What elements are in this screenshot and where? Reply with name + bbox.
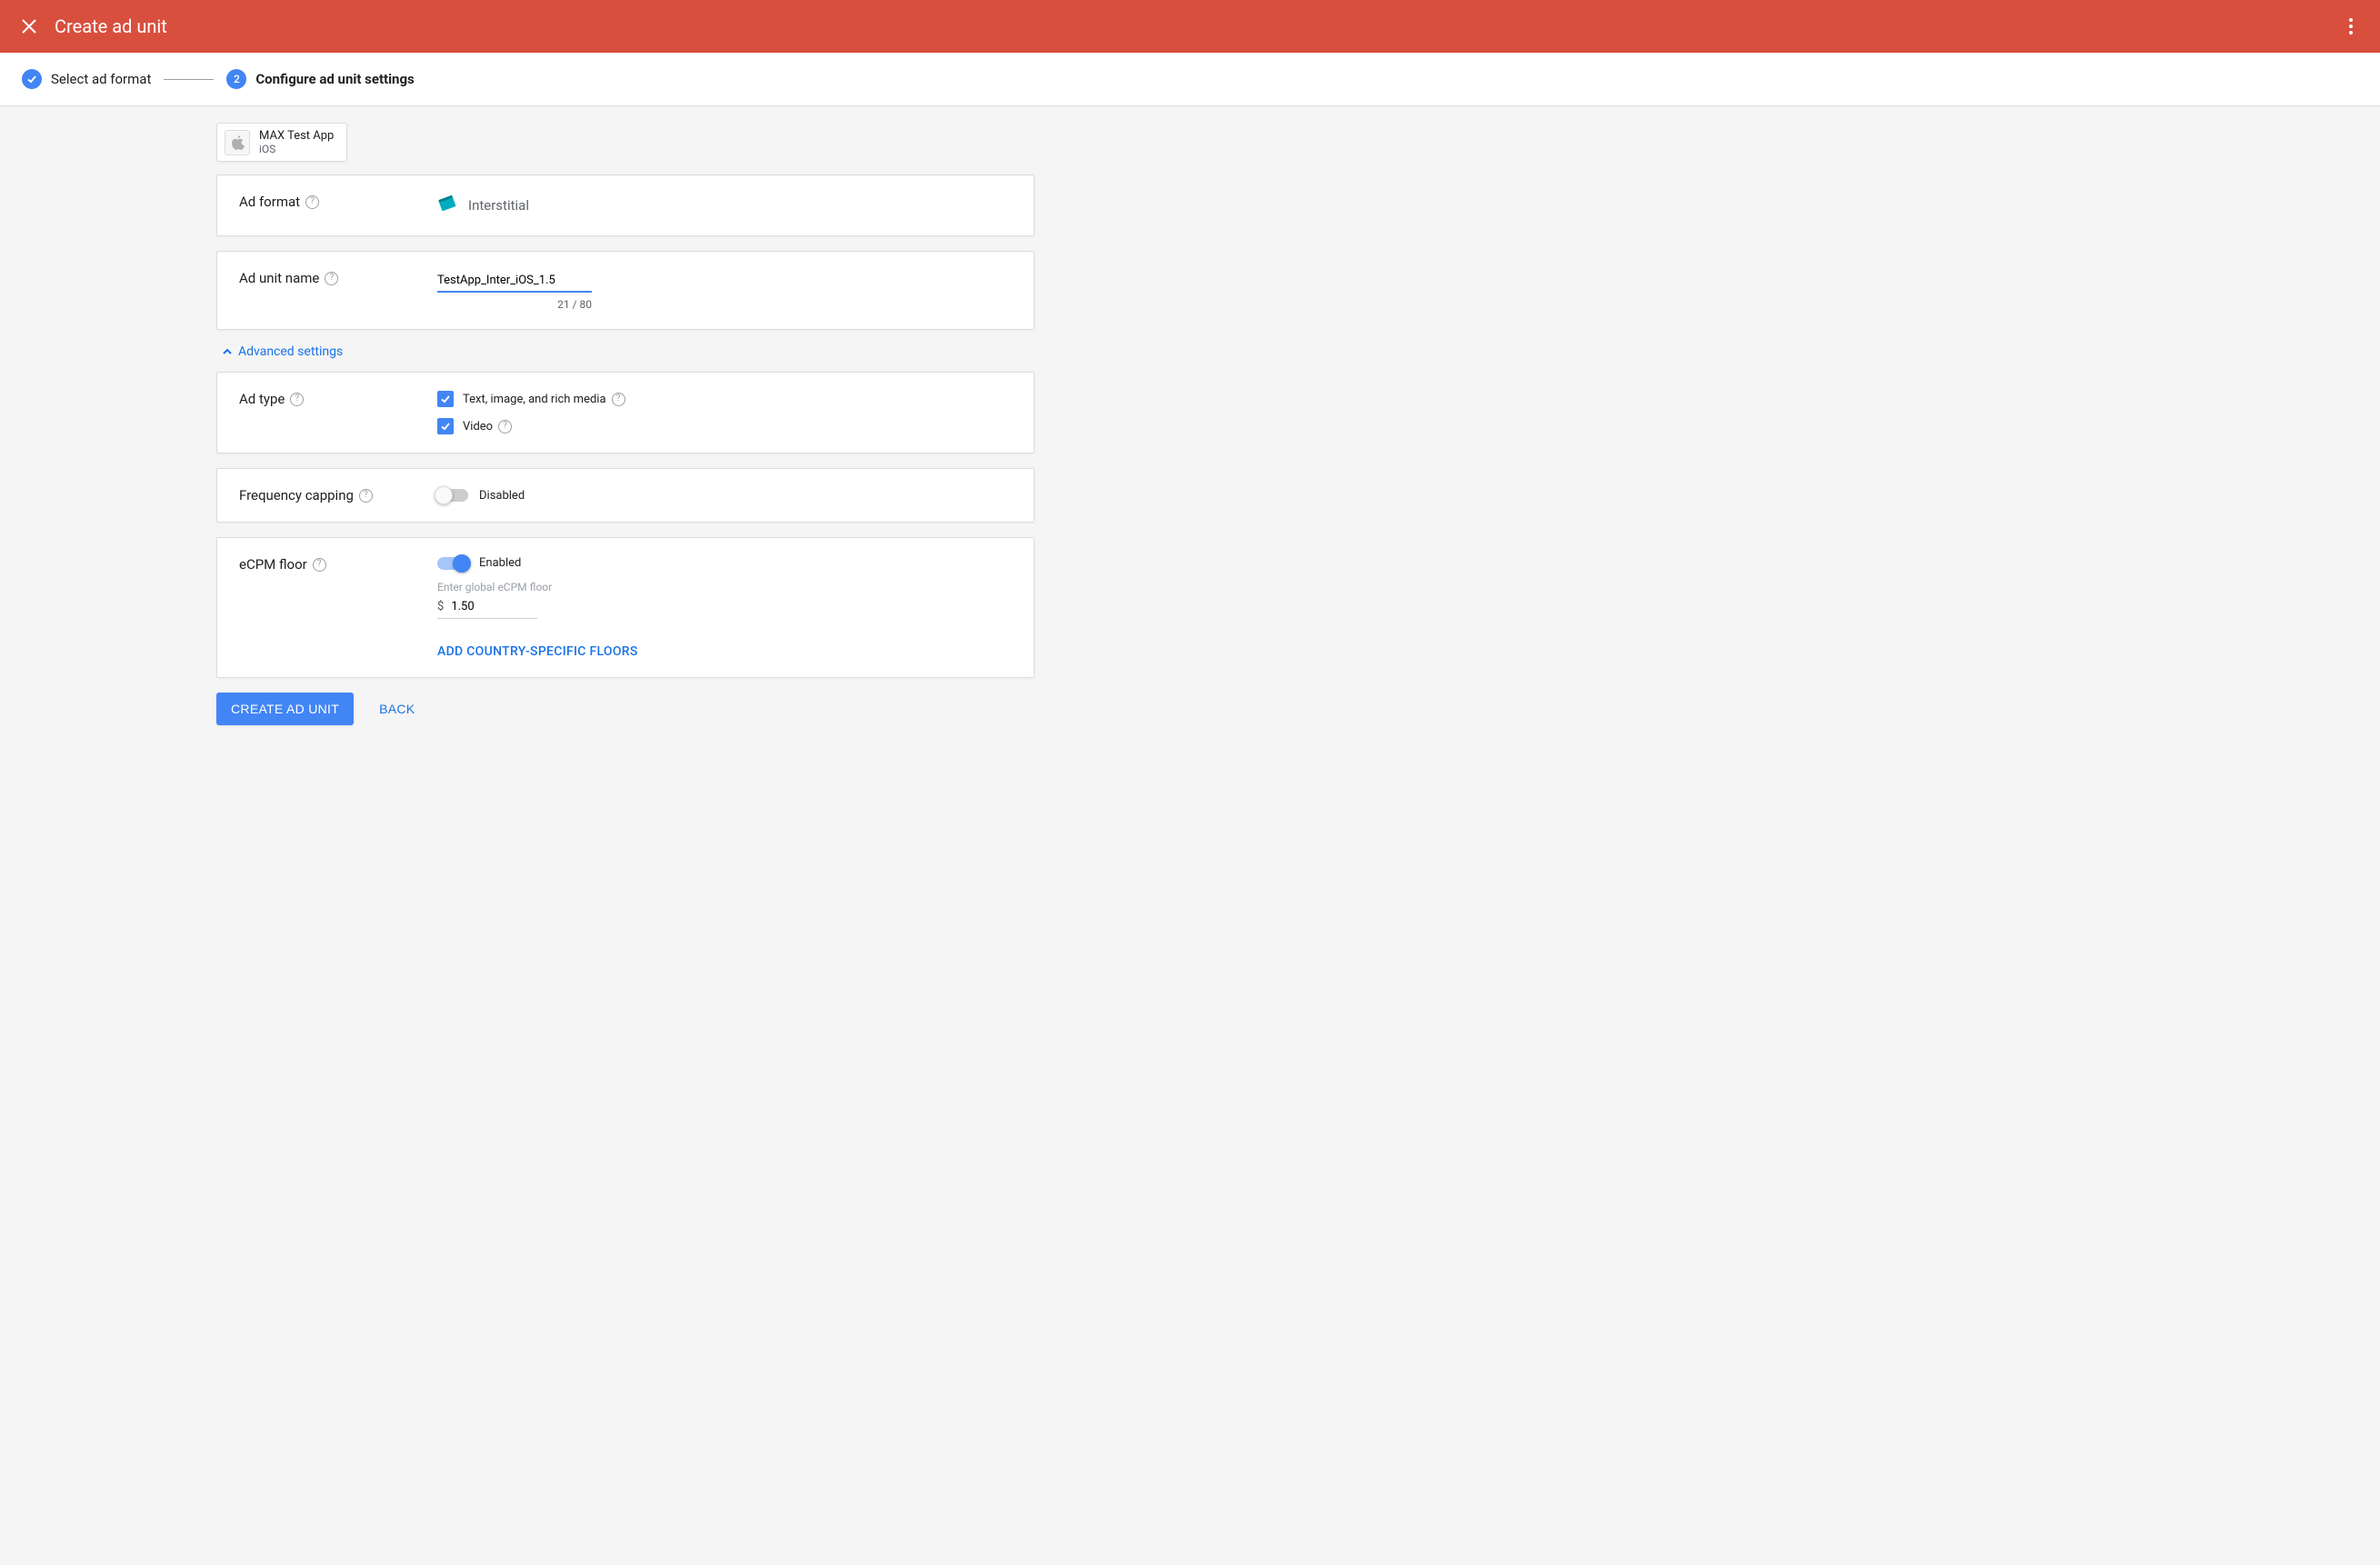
ad-unit-name-input[interactable] xyxy=(437,270,592,293)
ecpm-floor-hint: Enter global eCPM floor xyxy=(437,581,1012,593)
help-icon[interactable]: ? xyxy=(359,489,373,503)
ecpm-floor-card: eCPM floor ? Enabled Enter global eCPM f… xyxy=(216,537,1035,678)
ad-unit-name-label-text: Ad unit name xyxy=(239,270,319,286)
ad-type-text-media-label: Text, image, and rich media xyxy=(463,393,606,406)
ecpm-floor-label: eCPM floor ? xyxy=(239,556,437,573)
ad-format-label: Ad format ? xyxy=(239,194,437,210)
apple-icon xyxy=(225,130,250,155)
step-1-circle xyxy=(22,69,42,89)
app-name: MAX Test App xyxy=(259,129,334,143)
check-icon xyxy=(26,74,37,85)
frequency-capping-status: Disabled xyxy=(479,489,525,503)
step-2-circle: 2 xyxy=(226,69,246,89)
ecpm-floor-input-wrap: $ xyxy=(437,595,537,619)
step-1[interactable]: Select ad format xyxy=(22,69,151,89)
step-1-label: Select ad format xyxy=(51,71,151,87)
help-icon[interactable]: ? xyxy=(305,195,319,209)
app-chip[interactable]: MAX Test App iOS xyxy=(216,123,347,162)
ad-format-card: Ad format ? Interstitial xyxy=(216,174,1035,236)
ad-unit-name-card: Ad unit name ? 21 / 80 xyxy=(216,251,1035,330)
step-connector xyxy=(164,79,214,80)
ad-format-label-text: Ad format xyxy=(239,194,300,210)
ecpm-floor-label-text: eCPM floor xyxy=(239,556,307,573)
frequency-capping-toggle[interactable] xyxy=(437,489,468,502)
ad-type-video-checkbox[interactable] xyxy=(437,418,454,434)
app-platform: iOS xyxy=(259,143,334,155)
content-column: MAX Test App iOS Ad format ? Interstitia… xyxy=(216,106,1035,780)
footer-actions: CREATE AD UNIT BACK xyxy=(216,693,1035,725)
advanced-settings-label: Advanced settings xyxy=(238,344,343,359)
close-icon xyxy=(21,18,37,35)
ecpm-floor-toggle[interactable] xyxy=(437,557,468,570)
char-counter: 21 / 80 xyxy=(437,298,592,311)
check-icon xyxy=(440,421,451,432)
more-menu-button[interactable] xyxy=(2340,15,2362,37)
header-bar: Create ad unit xyxy=(0,0,2380,53)
step-2-label: Configure ad unit settings xyxy=(255,71,414,87)
help-icon[interactable]: ? xyxy=(498,420,512,434)
close-button[interactable] xyxy=(18,15,40,37)
stepper: Select ad format 2 Configure ad unit set… xyxy=(0,53,2380,106)
ad-type-label-text: Ad type xyxy=(239,391,285,407)
ad-type-label: Ad type ? xyxy=(239,391,437,407)
currency-symbol: $ xyxy=(437,600,444,613)
ad-type-card: Ad type ? Text, image, and rich media ? xyxy=(216,372,1035,454)
help-icon[interactable]: ? xyxy=(290,393,304,406)
frequency-capping-card: Frequency capping ? Disabled xyxy=(216,468,1035,523)
frequency-capping-label-text: Frequency capping xyxy=(239,487,354,503)
back-button[interactable]: BACK xyxy=(374,701,420,717)
help-icon[interactable]: ? xyxy=(313,558,326,572)
create-ad-unit-button[interactable]: CREATE AD UNIT xyxy=(216,693,354,725)
kebab-icon xyxy=(2349,18,2353,35)
ad-format-value: Interstitial xyxy=(468,197,529,214)
chevron-up-icon xyxy=(222,346,233,357)
check-icon xyxy=(440,394,451,404)
page-title: Create ad unit xyxy=(55,15,167,37)
step-2: 2 Configure ad unit settings xyxy=(226,69,414,89)
help-icon[interactable]: ? xyxy=(325,272,338,285)
add-country-floors-link[interactable]: ADD COUNTRY-SPECIFIC FLOORS xyxy=(437,644,638,659)
advanced-settings-toggle[interactable]: Advanced settings xyxy=(222,344,1035,359)
ad-unit-name-label: Ad unit name ? xyxy=(239,270,437,286)
ecpm-floor-input[interactable] xyxy=(449,599,513,614)
ad-type-text-media-checkbox[interactable] xyxy=(437,391,454,407)
interstitial-icon xyxy=(437,194,457,217)
ecpm-floor-status: Enabled xyxy=(479,556,521,570)
help-icon[interactable]: ? xyxy=(612,393,625,406)
ad-type-video-label: Video xyxy=(463,420,493,434)
frequency-capping-label: Frequency capping ? xyxy=(239,487,437,503)
